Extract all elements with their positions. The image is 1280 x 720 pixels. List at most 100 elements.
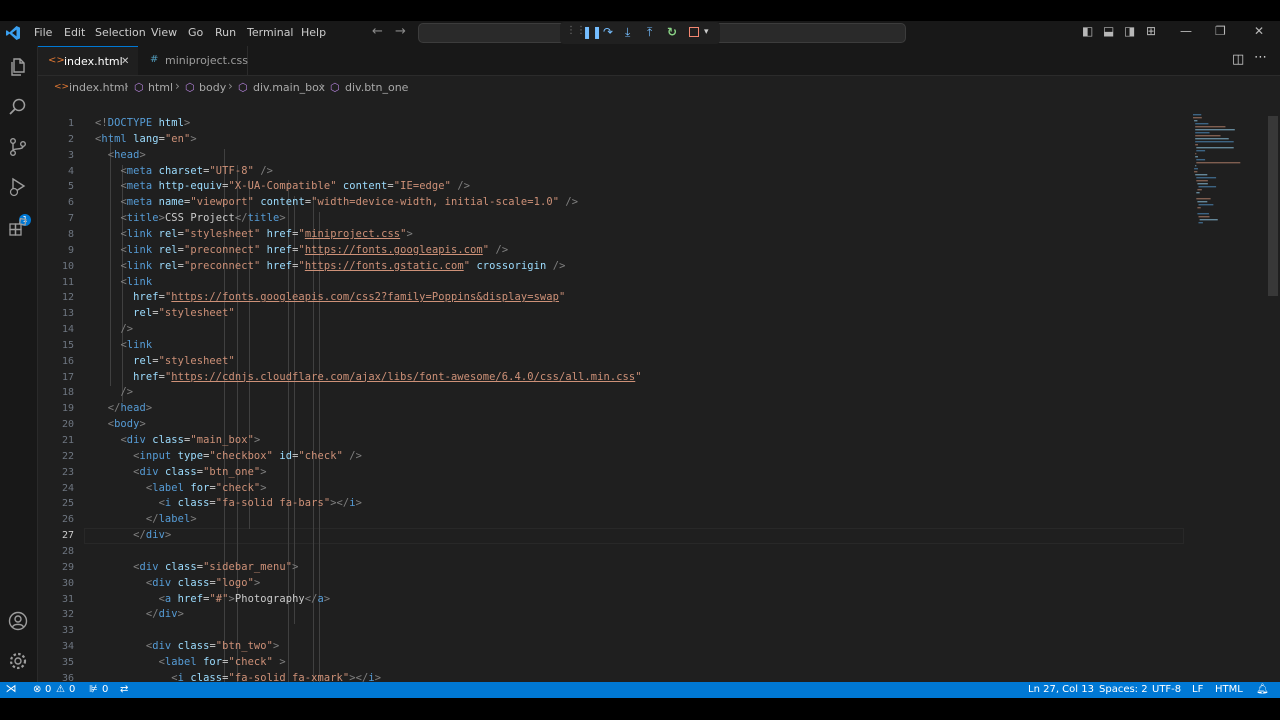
customize-layout-icon[interactable]: ⊞ — [1146, 24, 1156, 38]
tab-index-html[interactable]: <> index.html ✕ — [38, 46, 138, 75]
minimap-line — [1195, 156, 1198, 158]
close-window-icon[interactable]: ✕ — [1254, 24, 1264, 38]
extensions-icon[interactable] — [7, 216, 29, 238]
forward-arrow-icon[interactable]: → — [395, 24, 406, 39]
vertical-scrollbar[interactable] — [1268, 116, 1278, 296]
line-number: 7 — [67, 213, 74, 225]
indentation[interactable]: Spaces: 2 — [1099, 684, 1148, 695]
search-icon[interactable] — [7, 96, 29, 118]
line-number: 29 — [61, 561, 74, 573]
tab-miniproject-css[interactable]: # miniproject.css — [138, 46, 248, 75]
minimap-line — [1197, 201, 1208, 203]
code-line: </head> — [107, 402, 153, 415]
step-over-icon[interactable]: ↷ — [603, 25, 613, 39]
breadcrumb-body[interactable]: body — [199, 81, 226, 94]
ports-icon[interactable]: ⊯ — [89, 684, 98, 695]
minimap-line — [1197, 183, 1208, 185]
close-tab-icon[interactable]: ✕ — [121, 56, 129, 67]
warning-icon[interactable]: ⚠ — [56, 684, 65, 695]
breadcrumb-html[interactable]: html — [148, 81, 173, 94]
chevron-down-icon[interactable]: ▾ — [704, 27, 709, 37]
code-line: <meta name="viewport" content="width=dev… — [120, 196, 579, 209]
line-number: 27 — [61, 530, 74, 542]
gear-icon[interactable] — [7, 650, 29, 672]
step-into-icon[interactable]: ⤓ — [625, 25, 630, 40]
breadcrumb-file[interactable]: index.html — [69, 81, 128, 94]
menu-terminal[interactable]: Terminal — [247, 26, 294, 39]
minimap-line — [1195, 132, 1210, 134]
accounts-icon[interactable] — [7, 610, 29, 632]
line-number: 23 — [61, 466, 74, 478]
tab-label: miniproject.css — [165, 54, 248, 67]
pause-icon[interactable]: ❚❚ — [582, 25, 602, 39]
restart-icon[interactable]: ↻ — [667, 25, 677, 39]
ports-count[interactable]: 0 — [102, 684, 108, 695]
menu-view[interactable]: View — [151, 26, 177, 39]
line-number: 18 — [61, 387, 74, 399]
line-number: 5 — [67, 181, 74, 193]
more-actions-icon[interactable]: ⋯ — [1254, 50, 1267, 65]
toggle-secondary-sidebar-icon[interactable]: ◨ — [1124, 24, 1135, 38]
breadcrumb: <> index.html › ⬡ html › ⬡ body › ⬡ div.… — [38, 76, 1188, 96]
cursor-position[interactable]: Ln 27, Col 13 — [1028, 684, 1094, 695]
warning-count[interactable]: 0 — [69, 684, 75, 695]
run-debug-icon[interactable] — [7, 176, 29, 198]
breadcrumb-btn-one[interactable]: div.btn_one — [345, 81, 408, 94]
line-number: 19 — [61, 403, 74, 415]
menu-help[interactable]: Help — [301, 26, 326, 39]
menu-run[interactable]: Run — [215, 26, 236, 39]
css-file-icon: # — [150, 54, 159, 65]
explorer-icon[interactable] — [7, 56, 29, 78]
minimap-line — [1196, 147, 1234, 149]
minimap-line — [1195, 141, 1234, 143]
menu-selection[interactable]: Selection — [95, 26, 146, 39]
line-number: 11 — [61, 276, 74, 288]
notifications-bell-icon[interactable]: 🔔︎ — [1256, 684, 1269, 695]
chevron-right-icon: › — [175, 79, 180, 93]
vscode-logo-icon[interactable] — [5, 25, 21, 41]
error-count[interactable]: 0 — [45, 684, 51, 695]
minimap-line — [1195, 129, 1235, 131]
minimap-line — [1198, 186, 1217, 188]
line-number: 15 — [61, 339, 74, 351]
current-line-highlight — [84, 528, 1184, 545]
breadcrumb-main-box[interactable]: div.main_box — [253, 81, 325, 94]
code-line: /> — [120, 323, 134, 336]
line-number: 20 — [61, 419, 74, 431]
stop-icon[interactable] — [689, 27, 699, 37]
end-of-line[interactable]: LF — [1192, 684, 1203, 695]
minimap-line — [1195, 153, 1197, 155]
minimap-line — [1197, 207, 1201, 209]
code-line: <link rel="preconnect" href="https://fon… — [120, 259, 566, 272]
line-number: 30 — [61, 577, 74, 589]
code-line: <div class="sidebar_menu"> — [133, 560, 299, 573]
code-line: <body> — [107, 418, 146, 431]
code-line: </div> — [133, 529, 172, 542]
minimize-icon[interactable]: — — [1180, 24, 1192, 38]
restore-icon[interactable]: ❐ — [1215, 24, 1226, 38]
code-line: <link rel="stylesheet" href="miniproject… — [120, 227, 413, 240]
source-control-icon[interactable] — [7, 136, 29, 158]
code-line: <!DOCTYPE html> — [95, 117, 191, 129]
minimap-line — [1198, 216, 1210, 218]
step-out-icon[interactable]: ⤒ — [647, 25, 652, 40]
code-line: <meta http-equiv="X-UA-Compatible" conte… — [120, 180, 471, 193]
error-icon[interactable]: ⊗ — [33, 684, 41, 695]
back-arrow-icon[interactable]: ← — [372, 24, 383, 39]
activity-bar: 1 — [0, 46, 38, 682]
toggle-panel-icon[interactable]: ⬓ — [1103, 24, 1114, 38]
chevron-right-icon: › — [124, 79, 129, 93]
menu-go[interactable]: Go — [188, 26, 203, 39]
menu-file[interactable]: File — [34, 26, 52, 39]
minimap-line — [1198, 222, 1203, 224]
split-editor-icon[interactable]: ◫ — [1232, 52, 1244, 67]
code-editor[interactable]: 1 2 3 4 5 6 7 8 9 10 11 12 13 14 15 16 17 18 19 20 21 22 23 24 2… — [38, 96, 1280, 698]
menu-edit[interactable]: Edit — [64, 26, 85, 39]
toggle-sidebar-icon[interactable]: ◧ — [1082, 24, 1093, 38]
language-mode[interactable]: HTML — [1215, 684, 1243, 695]
encoding[interactable]: UTF-8 — [1152, 684, 1181, 695]
live-share-icon[interactable]: ⇄ — [120, 684, 128, 695]
minimap[interactable] — [1193, 114, 1253, 234]
remote-icon[interactable]: ⋊ — [0, 682, 22, 698]
element-icon: ⬡ — [134, 81, 144, 94]
